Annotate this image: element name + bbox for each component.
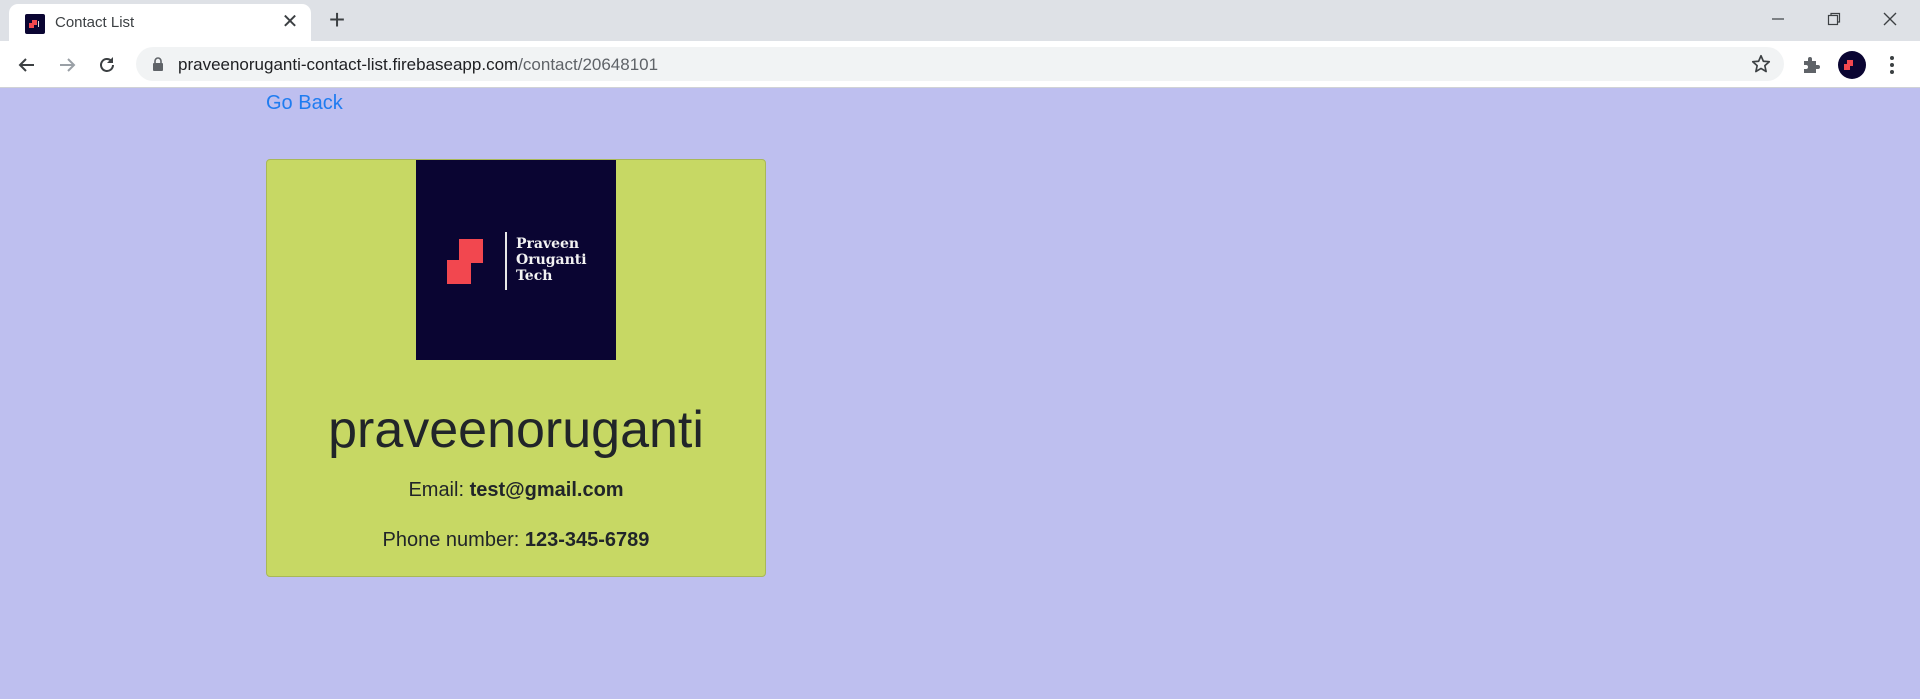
reload-button[interactable]	[92, 50, 122, 80]
logo-text: Praveen Oruganti Tech	[516, 236, 587, 284]
window-minimize-button[interactable]	[1750, 0, 1806, 38]
contact-card: Praveen Oruganti Tech praveenoruganti Em…	[266, 159, 766, 577]
go-back-link[interactable]: Go Back	[266, 92, 343, 115]
email-value: test@gmail.com	[469, 479, 624, 501]
browser-tab[interactable]: Contact List ✕	[9, 4, 311, 41]
contact-name: praveenoruganti	[328, 401, 704, 459]
lock-icon[interactable]	[151, 56, 165, 72]
url-path: /contact/20648101	[518, 55, 659, 74]
new-tab-icon[interactable]: +	[323, 6, 351, 34]
restore-icon	[1827, 12, 1841, 26]
browser-toolbar: praveenoruganti-contact-list.firebaseapp…	[0, 41, 1920, 88]
arrow-right-icon	[60, 58, 76, 72]
puzzle-icon[interactable]	[1800, 53, 1824, 77]
minimize-icon	[1772, 18, 1784, 20]
url-host: praveenoruganti-contact-list.firebaseapp…	[178, 55, 519, 74]
phone-label: Phone number:	[382, 529, 520, 551]
reload-icon	[100, 57, 114, 72]
star-icon[interactable]	[1750, 53, 1772, 75]
email-line: Email: test@gmail.com	[267, 479, 765, 502]
profile-avatar[interactable]	[1838, 51, 1866, 79]
logo-text-line: Praveen	[516, 236, 580, 252]
close-icon	[1883, 12, 1897, 26]
phone-value: 123-345-6789	[524, 529, 650, 551]
phone-line: Phone number: 123-345-6789	[267, 529, 765, 552]
browser-tabstrip: Contact List ✕ +	[0, 0, 1920, 41]
logo-text-line: Oruganti	[516, 252, 587, 268]
tab-close-icon[interactable]: ✕	[279, 12, 301, 34]
url-text[interactable]: praveenoruganti-contact-list.firebaseapp…	[178, 55, 658, 75]
logo-divider	[505, 232, 507, 290]
kebab-menu-icon[interactable]	[1880, 53, 1904, 77]
email-label: Email:	[408, 479, 465, 501]
arrow-left-icon	[18, 58, 34, 72]
address-bar[interactable]: praveenoruganti-contact-list.firebaseapp…	[136, 47, 1784, 81]
forward-button[interactable]	[52, 50, 82, 80]
logo-text-line: Tech	[516, 268, 553, 284]
logo-square-front	[447, 260, 471, 284]
favicon-icon	[25, 14, 45, 34]
contact-logo: Praveen Oruganti Tech	[416, 160, 616, 360]
tab-title: Contact List	[55, 14, 135, 31]
back-button[interactable]	[12, 50, 42, 80]
window-close-button[interactable]	[1862, 0, 1918, 38]
window-restore-button[interactable]	[1806, 0, 1862, 38]
